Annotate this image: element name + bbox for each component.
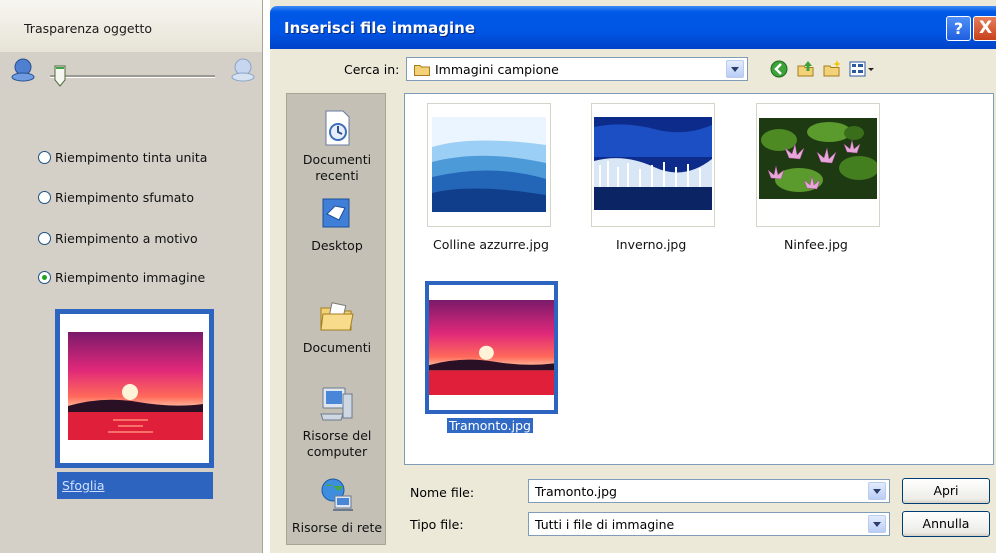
place-my-computer[interactable]: Risorse del computer [287, 384, 387, 460]
network-places-icon [321, 478, 353, 511]
close-button[interactable]: X [973, 16, 996, 41]
file-thumbnail[interactable] [591, 103, 715, 227]
file-name-label: Nome file: [410, 485, 475, 500]
desktop-icon [322, 198, 350, 228]
file-type-value: Tutti i file di immagine [535, 517, 675, 532]
file-name-selected[interactable]: Tramonto.jpg [447, 418, 533, 433]
help-button[interactable]: ? [946, 16, 971, 41]
documents-folder-icon [320, 302, 354, 331]
panel-header: Trasparenza oggetto [0, 0, 262, 52]
file-list[interactable]: Colline azzurre.jpg Inverno.jpg Ninfee.j… [404, 93, 994, 465]
transparency-slider-thumb[interactable] [54, 65, 66, 87]
back-icon[interactable] [769, 59, 789, 79]
place-label: Desktop [311, 238, 363, 253]
folder-icon [414, 65, 430, 76]
place-label: Documenti [302, 340, 372, 355]
file-name[interactable]: Colline azzurre.jpg [433, 237, 549, 252]
radio-label: Riempimento sfumato [55, 189, 194, 205]
water-lilies-image [759, 118, 877, 199]
transparency-low-icon [11, 58, 35, 82]
recent-documents-icon [325, 110, 350, 146]
file-thumbnail[interactable] [756, 103, 880, 227]
chevron-down-icon[interactable] [868, 482, 886, 500]
file-type-label: Tipo file: [410, 517, 464, 532]
open-button[interactable]: Apri [902, 478, 990, 504]
transparency-high-icon [231, 58, 255, 82]
place-desktop[interactable]: Desktop [287, 194, 387, 254]
radio-picture-fill[interactable]: Riempimento immagine [38, 268, 205, 286]
place-label: Risorse del computer [302, 428, 372, 459]
chevron-down-icon[interactable] [868, 515, 886, 533]
look-in-value: Immagini campione [435, 62, 559, 77]
file-name-value: Tramonto.jpg [535, 484, 617, 499]
dialog-title: Inserisci file immagine [284, 19, 475, 37]
dialog-titlebar[interactable]: Inserisci file immagine ? X [270, 6, 996, 49]
blue-hills-image [432, 117, 546, 212]
places-bar: Documenti recenti Desktop Documenti Riso… [286, 93, 386, 545]
transparency-slider-track[interactable] [50, 75, 215, 78]
radio-button[interactable] [38, 270, 51, 284]
file-name[interactable]: Inverno.jpg [616, 237, 686, 252]
fill-options-panel: Trasparenza oggetto Riempimento tinta un… [0, 0, 263, 553]
sunset-image [429, 300, 554, 395]
winter-image [594, 117, 712, 210]
picture-preview-frame [55, 309, 214, 468]
file-thumbnail-selected[interactable] [425, 281, 558, 414]
file-thumbnail[interactable] [427, 103, 551, 227]
radio-pattern-fill[interactable]: Riempimento a motivo [38, 229, 198, 247]
transparency-label: Trasparenza oggetto [24, 21, 153, 36]
file-name-input[interactable]: Tramonto.jpg [528, 479, 890, 503]
view-menu-icon[interactable] [848, 59, 876, 79]
up-folder-icon[interactable] [796, 59, 816, 79]
radio-label: Riempimento a motivo [55, 230, 198, 246]
new-folder-icon[interactable] [822, 59, 842, 79]
place-network[interactable]: Risorse di rete [287, 476, 387, 536]
place-label: Documenti recenti [302, 152, 372, 183]
radio-label: Riempimento tinta unita [55, 149, 208, 165]
radio-button[interactable] [38, 150, 51, 164]
radio-button[interactable] [38, 190, 51, 204]
look-in-label: Cerca in: [344, 62, 400, 77]
chevron-down-icon[interactable] [726, 60, 744, 78]
file-name[interactable]: Ninfee.jpg [784, 237, 848, 252]
cancel-button[interactable]: Annulla [902, 511, 990, 537]
radio-gradient-fill[interactable]: Riempimento sfumato [38, 188, 194, 206]
browse-bar[interactable]: Sfoglia [57, 472, 213, 499]
sunset-preview-image [68, 332, 203, 440]
radio-label: Riempimento immagine [55, 269, 206, 285]
insert-picture-dialog: Inserisci file immagine ? X Cerca in: Im… [270, 0, 996, 553]
radio-button[interactable] [38, 231, 51, 245]
my-computer-icon [320, 387, 353, 421]
place-label: Risorse di rete [291, 520, 383, 535]
radio-solid-fill[interactable]: Riempimento tinta unita [38, 148, 207, 166]
place-recent-documents[interactable]: Documenti recenti [287, 108, 387, 184]
look-in-dropdown[interactable]: Immagini campione [406, 57, 748, 81]
file-type-select[interactable]: Tutti i file di immagine [528, 512, 890, 536]
browse-link[interactable]: Sfoglia [62, 478, 105, 493]
place-documents[interactable]: Documenti [287, 296, 387, 356]
